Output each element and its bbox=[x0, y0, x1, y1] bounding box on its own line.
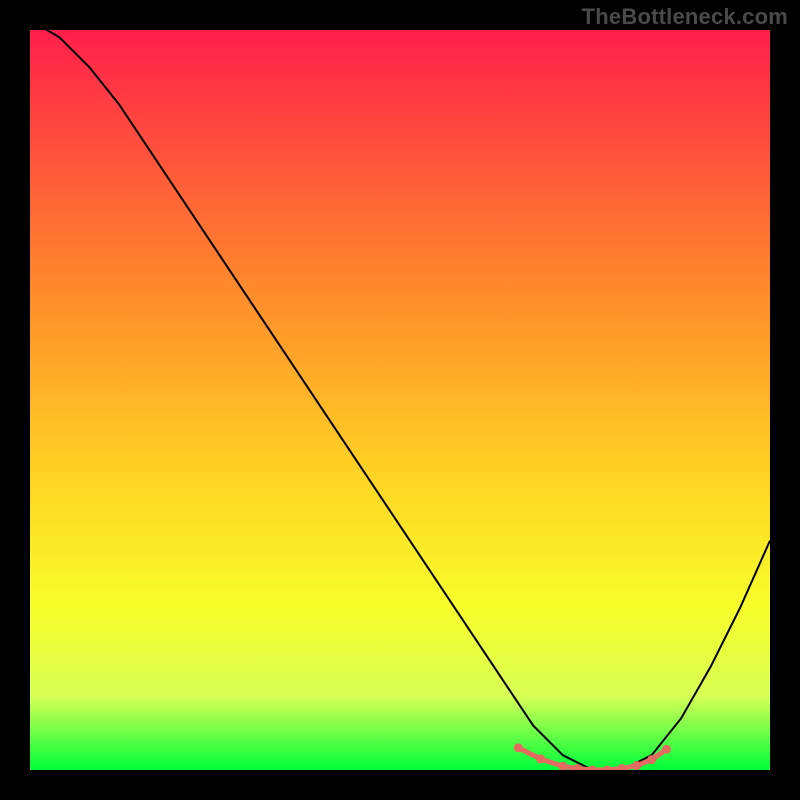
chart-svg bbox=[30, 30, 770, 770]
plot-area bbox=[30, 30, 770, 770]
marker-dot bbox=[536, 754, 545, 763]
marker-dot bbox=[662, 745, 671, 754]
watermark-text: TheBottleneck.com bbox=[582, 4, 788, 30]
marker-dot bbox=[514, 743, 523, 752]
marker-dot bbox=[632, 761, 641, 770]
marker-dot bbox=[647, 755, 656, 764]
chart-frame: TheBottleneck.com bbox=[0, 0, 800, 800]
gradient-background bbox=[30, 30, 770, 770]
